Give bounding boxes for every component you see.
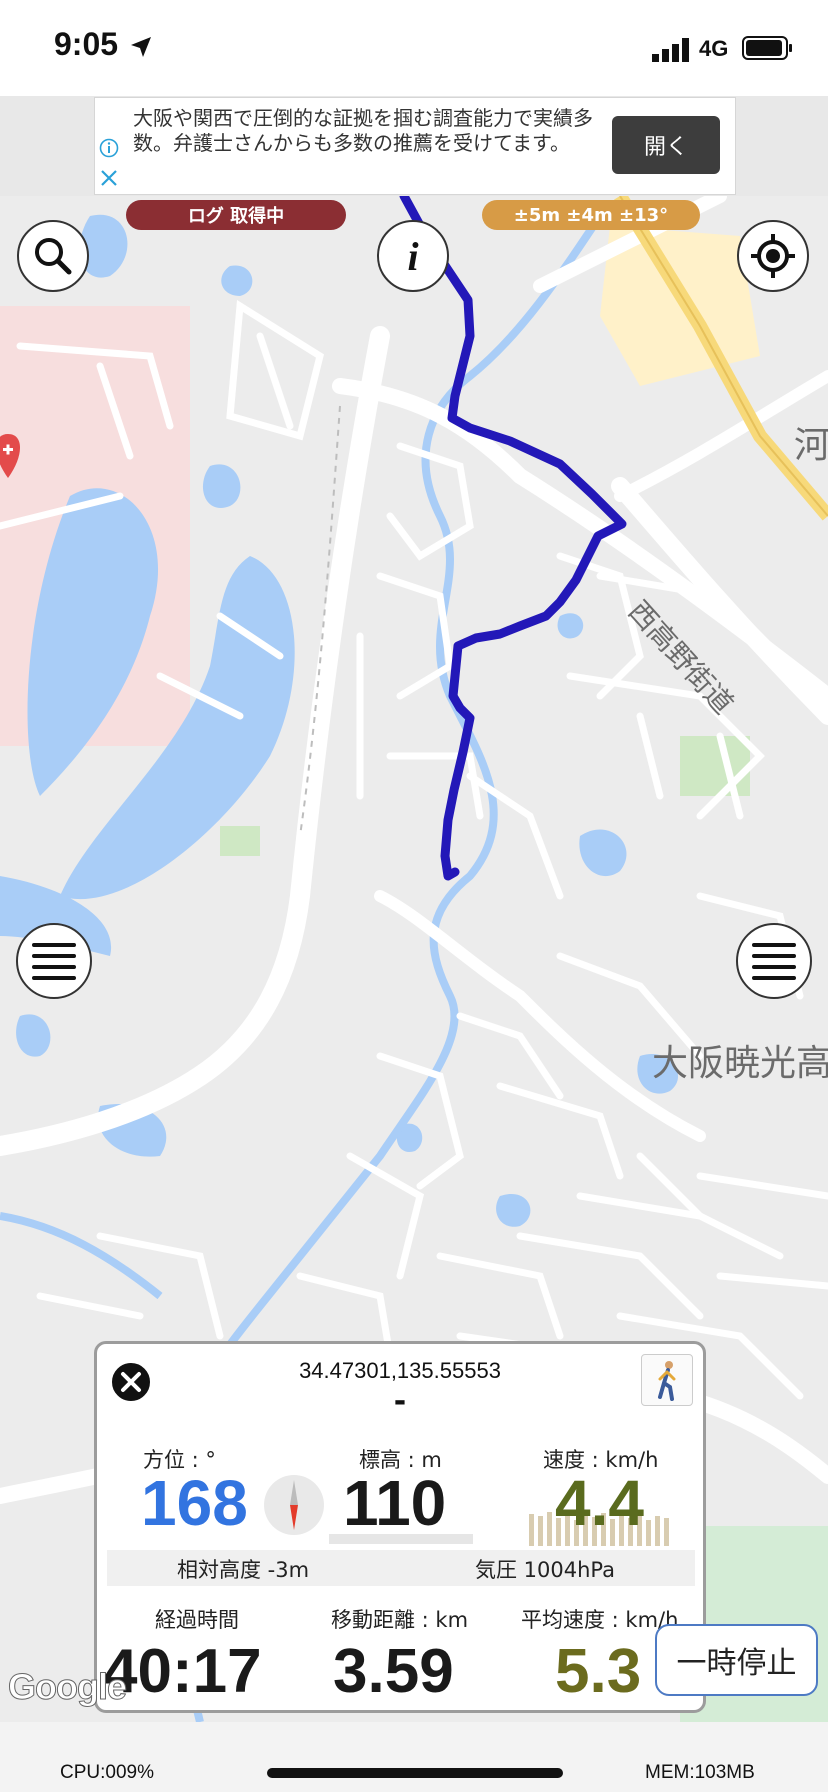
river-label: 河 [794, 425, 828, 466]
search-button[interactable] [17, 220, 89, 292]
ad-text[interactable]: 大阪や関西で圧倒的な証拠を掴む調査能力で実績多数。弁護士さんからも多数の推薦を受… [133, 106, 593, 156]
altitude-value: 110 [343, 1467, 447, 1539]
info-button[interactable]: i [377, 220, 449, 292]
close-icon[interactable] [99, 168, 119, 188]
right-menu-button[interactable] [736, 923, 812, 999]
relative-altitude-text: 相対高度 -3m [177, 1558, 310, 1582]
ad-banner[interactable]: 大阪や関西で圧倒的な証拠を掴む調査能力で実績多数。弁護士さんからも多数の推薦を受… [94, 97, 736, 195]
coordinates-text: 34.47301,135.55553 [299, 1358, 501, 1383]
elapsed-label: 経過時間 [155, 1608, 239, 1632]
place-text: - [393, 1384, 407, 1419]
area-label: 大阪暁光高 [652, 1043, 828, 1084]
search-icon [35, 238, 72, 275]
battery-icon [742, 36, 792, 60]
signal-icon [652, 38, 689, 62]
home-indicator[interactable] [267, 1768, 563, 1778]
avg-speed-label: 平均速度 : km/h [521, 1608, 679, 1632]
memory-usage: MEM:103MB [645, 1762, 755, 1783]
bearing-value: 168 [141, 1467, 248, 1539]
elapsed-value: 40:17 [103, 1637, 262, 1706]
tracking-info-panel: 34.47301,135.55553 - 方位 : ° 標高 : m 速度 : … [94, 1341, 706, 1713]
info-italic-icon: i [407, 234, 418, 278]
compass-icon [264, 1475, 324, 1535]
distance-value: 3.59 [333, 1637, 454, 1706]
cpu-usage: CPU:009% [60, 1762, 154, 1783]
pause-button[interactable]: 一時停止 [655, 1624, 818, 1696]
avg-speed-value: 5.3 [555, 1637, 642, 1706]
ad-open-button[interactable]: 開く [612, 116, 720, 174]
google-attribution[interactable]: Google [8, 1666, 128, 1708]
current-location-button[interactable] [737, 220, 809, 292]
pressure-text: 気圧 1004hPa [475, 1558, 616, 1582]
gps-route-track [399, 196, 627, 881]
accuracy-badge: ±5m ±4m ±13° [482, 200, 700, 230]
menu-icon [32, 943, 76, 980]
left-menu-button[interactable] [16, 923, 92, 999]
distance-label: 移動距離 : km [331, 1608, 469, 1632]
footer-bar: CPU:009% MEM:103MB [0, 1722, 828, 1792]
speed-value: 4.4 [555, 1467, 644, 1539]
location-arrow-icon [131, 37, 151, 57]
target-icon [751, 234, 795, 278]
status-bar: 9:05 4G [0, 0, 828, 96]
log-status-badge: ログ 取得中 [126, 200, 346, 230]
info-icon[interactable] [99, 138, 119, 158]
svg-text:i: i [407, 234, 418, 278]
network-type: 4G [699, 36, 729, 61]
status-time: 9:05 [54, 26, 119, 62]
menu-icon [752, 943, 796, 980]
